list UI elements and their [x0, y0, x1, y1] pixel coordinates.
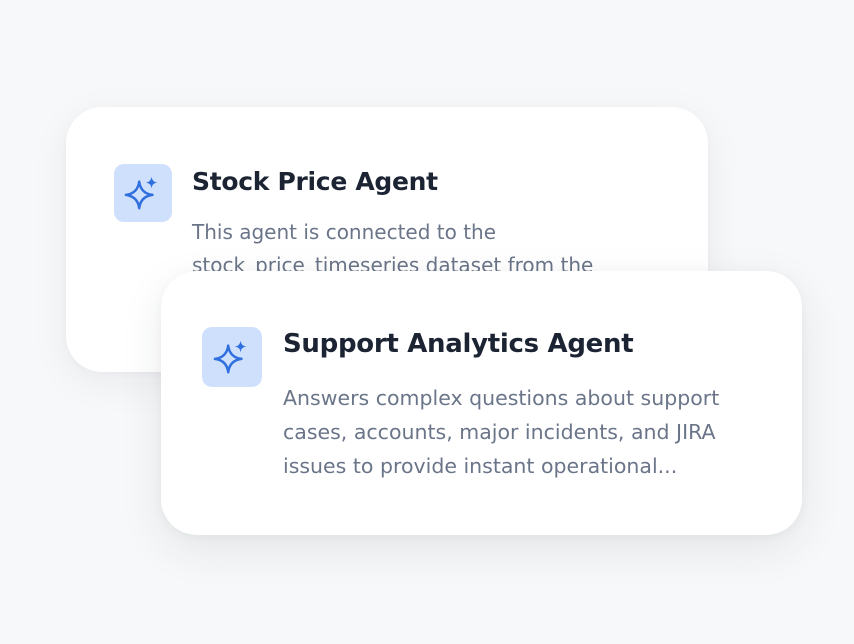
- agent-icon-tile: [114, 164, 172, 222]
- agent-icon-tile: [202, 327, 262, 387]
- agent-card-support-analytics[interactable]: Support Analytics Agent Answers complex …: [161, 271, 802, 535]
- agent-title: Stock Price Agent: [192, 167, 438, 196]
- agent-title: Support Analytics Agent: [283, 329, 634, 359]
- agent-description: Answers complex questions about support …: [283, 386, 720, 478]
- sparkle-icon: [213, 340, 247, 374]
- sparkle-icon: [124, 176, 158, 210]
